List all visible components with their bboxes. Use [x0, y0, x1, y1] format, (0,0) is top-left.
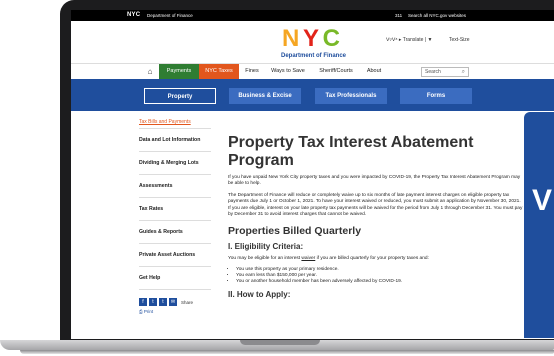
laptop-stage: NYC Department of Finance 311 Search all…: [0, 0, 554, 356]
main-content: Property Tax Interest Abatement Program …: [228, 118, 523, 299]
eligibility-paragraph: You may be eligible for an interest waiv…: [228, 256, 429, 262]
intro-paragraph: If you have unpaid New York City propert…: [228, 175, 521, 187]
sidebar-item-asset-auctions[interactable]: Private Asset Auctions: [139, 244, 211, 267]
department-label: Department of Finance: [280, 53, 346, 59]
tab-tax-professionals[interactable]: Tax Professionals: [315, 88, 387, 104]
panel-letter: V: [532, 184, 553, 217]
property-subnav: Property Business & Excise Tax Professio…: [71, 79, 554, 111]
tab-business-excise[interactable]: Business & Excise: [229, 88, 301, 104]
laptop-base-shadow: [20, 350, 554, 354]
nav-nyc-taxes[interactable]: NYC Taxes: [199, 64, 239, 79]
nav-about[interactable]: About: [361, 64, 387, 79]
tab-forms[interactable]: Forms: [400, 88, 472, 104]
laptop-notch: [240, 340, 320, 345]
header: N Y C Department of Finance ᐯ▿ᐯ⁸ ▸ Trans…: [71, 21, 554, 63]
home-icon[interactable]: ⌂: [141, 64, 159, 79]
page-title: Property Tax Interest Abatement Program: [228, 134, 474, 169]
nav-sheriff-courts[interactable]: Sheriff/Courts: [311, 64, 361, 79]
sidebar-item-guides-reports[interactable]: Guides & Reports: [139, 221, 211, 244]
sidebar-item-assessments[interactable]: Assessments: [139, 175, 211, 198]
sidebar-item-tax-bills[interactable]: Tax Bills and Payments: [139, 116, 211, 129]
search-icon[interactable]: ⌕: [462, 68, 465, 76]
share-row: f t t ✉ Share: [139, 298, 211, 306]
sidebar: Tax Bills and Payments Data and Lot Info…: [139, 116, 211, 314]
nyc-logo[interactable]: N Y C: [281, 26, 341, 52]
sidebar-item-get-help[interactable]: Get Help: [139, 267, 211, 290]
list-item: You or another household member has been…: [236, 279, 523, 285]
nyc-small-logo[interactable]: NYC: [127, 12, 140, 18]
link-311[interactable]: 311: [395, 13, 402, 18]
share-label[interactable]: Share: [181, 300, 193, 305]
overlay-panel: V: [524, 112, 554, 338]
sidebar-item-dividing-merging[interactable]: Dividing & Merging Lots: [139, 152, 211, 175]
nav-fines[interactable]: Fines: [239, 64, 265, 79]
details-paragraph: The Department of Finance will reduce or…: [228, 192, 523, 218]
search-input[interactable]: Search ⌕: [421, 67, 469, 77]
eligibility-heading: I. Eligibility Criteria:: [228, 242, 304, 252]
facebook-icon[interactable]: f: [139, 298, 147, 306]
nav-ways-to-save[interactable]: Ways to Save: [265, 64, 311, 79]
how-to-apply-heading: II. How to Apply:: [228, 290, 291, 300]
text-size-button[interactable]: Text-Size: [449, 37, 470, 43]
nyc-top-bar: NYC Department of Finance 311 Search all…: [71, 10, 554, 21]
laptop-screen: NYC Department of Finance 311 Search all…: [71, 10, 554, 339]
sidebar-item-tax-rates[interactable]: Tax Rates: [139, 198, 211, 221]
sidebar-item-data-lot[interactable]: Data and Lot Information: [139, 129, 211, 152]
print-link[interactable]: ⎙ Print: [139, 309, 211, 314]
email-icon[interactable]: ✉: [169, 298, 177, 306]
nav-payments[interactable]: Payments: [159, 64, 199, 79]
tab-property[interactable]: Property: [144, 88, 216, 104]
main-nav: ⌂ Payments NYC Taxes Fines Ways to Save …: [71, 63, 554, 79]
department-link[interactable]: Department of Finance: [147, 13, 193, 18]
waiver-link[interactable]: waiver: [301, 256, 315, 261]
eligibility-list: You use this property as your primary re…: [228, 267, 523, 286]
twitter-icon[interactable]: t: [149, 298, 157, 306]
translate-menu[interactable]: ᐯ▿ᐯ⁸ ▸ Translate | ▼: [386, 37, 432, 43]
tumblr-icon[interactable]: t: [159, 298, 167, 306]
section-heading: Properties Billed Quarterly: [228, 225, 362, 238]
search-all-link[interactable]: Search all NYC.gov websites: [408, 13, 466, 18]
